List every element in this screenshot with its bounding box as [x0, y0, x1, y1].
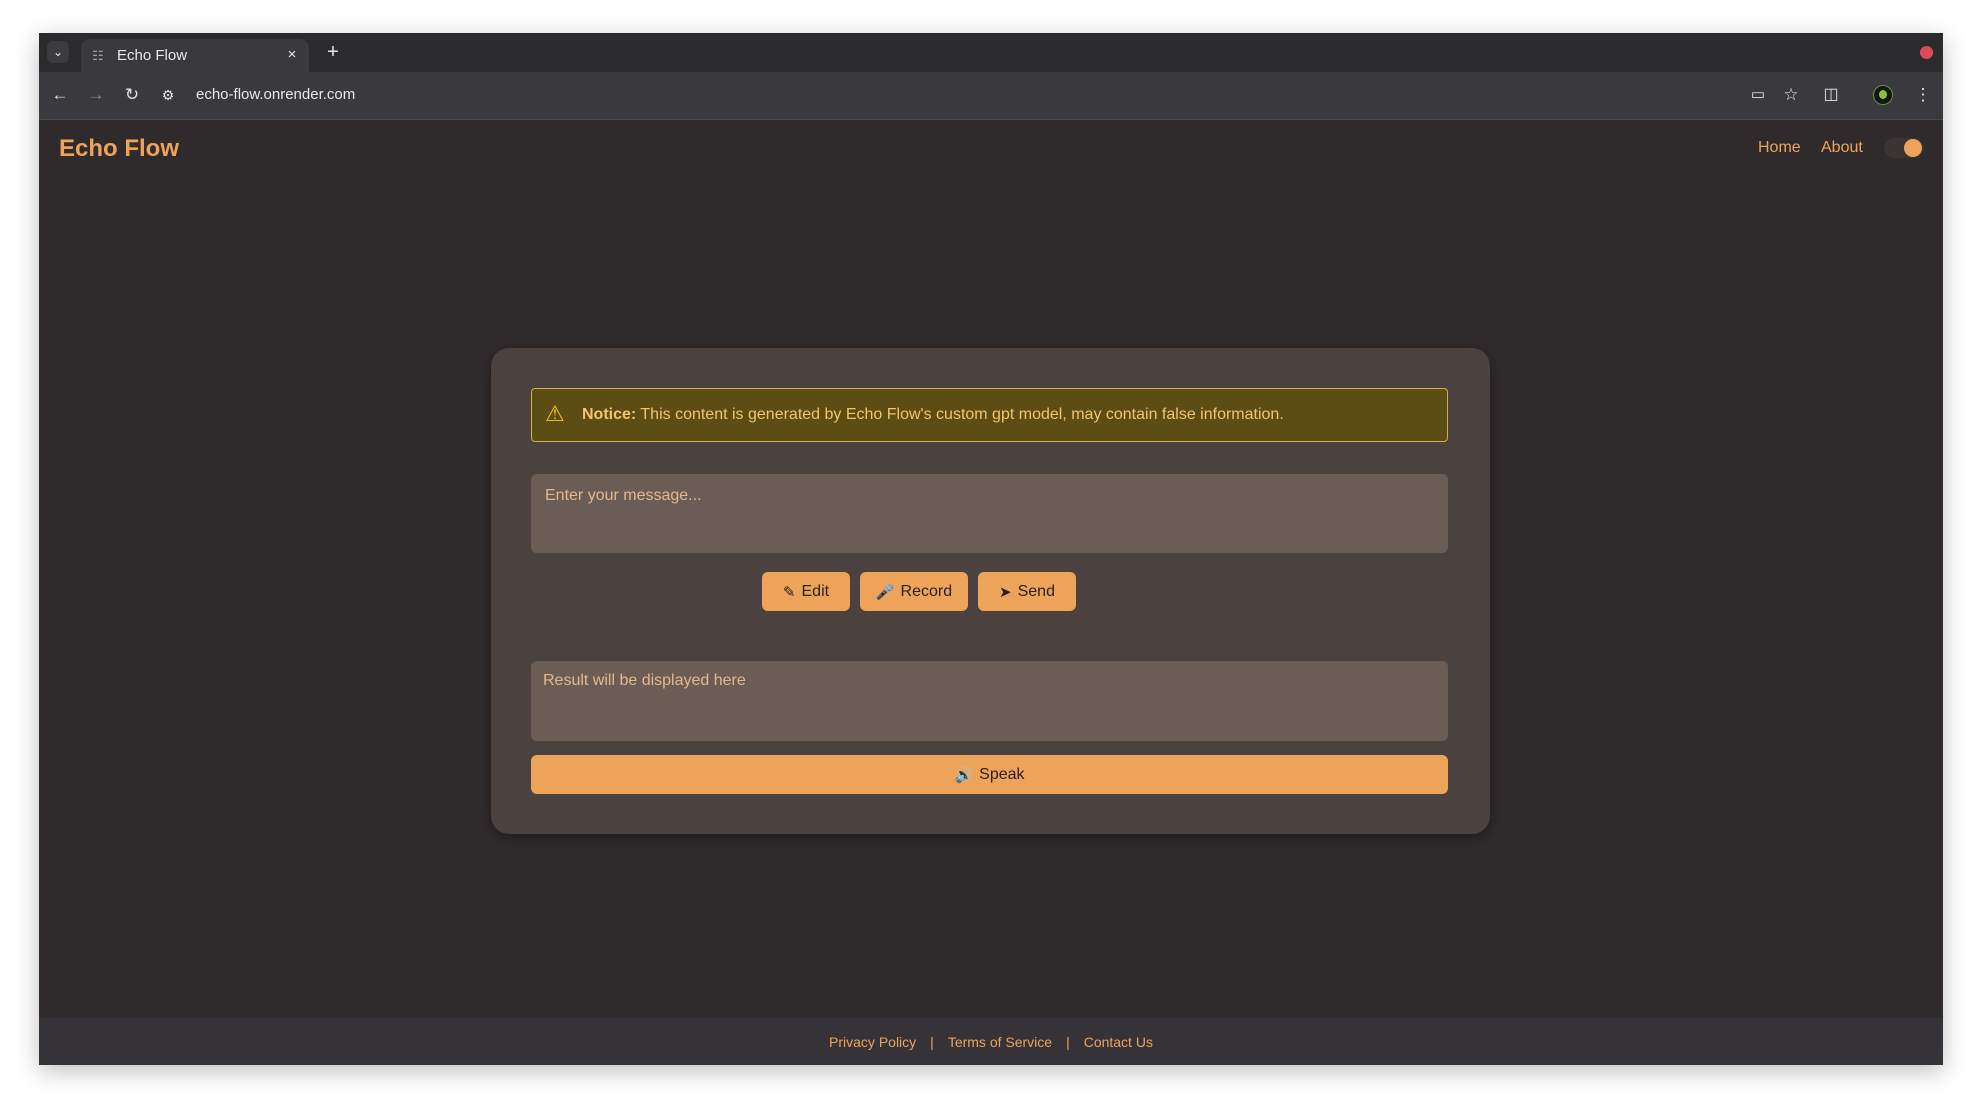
chevron-down-icon[interactable]: ⌄	[47, 41, 69, 63]
speaker-icon: 🔊	[954, 766, 974, 784]
notice-label: Notice:	[582, 406, 637, 423]
forward-icon[interactable]: →	[85, 84, 107, 106]
send-button[interactable]: ➤ Send	[978, 572, 1076, 611]
bookmark-star-icon[interactable]: ☆	[1780, 84, 1802, 106]
theme-toggle[interactable]	[1884, 138, 1924, 158]
browser-tab[interactable]: ☷ Echo Flow ×	[81, 39, 309, 72]
nav-home-link[interactable]: Home	[1758, 139, 1801, 157]
menu-kebab-icon[interactable]: ⋮	[1912, 84, 1934, 106]
install-app-icon[interactable]: ▭	[1747, 84, 1769, 106]
notice-banner: ⚠ Notice: This content is generated by E…	[531, 388, 1448, 442]
site-settings-icon[interactable]: ⚙	[157, 84, 179, 106]
window-close-button[interactable]	[1920, 46, 1933, 59]
result-display: Result will be displayed here	[531, 661, 1448, 741]
extensions-icon[interactable]: ◫	[1820, 84, 1842, 106]
back-icon[interactable]: ←	[49, 84, 71, 106]
notice-text: Notice: This content is generated by Ech…	[582, 406, 1284, 424]
footer-separator: |	[930, 1033, 934, 1050]
page-content: Echo Flow Home About ⚠ Notice: This cont…	[39, 120, 1943, 1065]
footer-privacy-link[interactable]: Privacy Policy	[829, 1034, 916, 1050]
footer-separator: |	[1066, 1033, 1070, 1050]
plus-icon[interactable]: +	[322, 41, 344, 63]
browser-toolbar: ← → ↻ ⚙ echo-flow.onrender.com ▭ ☆ ◫ ⋮	[39, 72, 1943, 120]
edit-button-label: Edit	[801, 582, 830, 600]
toggle-knob	[1904, 139, 1922, 157]
brand-logo[interactable]: Echo Flow	[59, 135, 179, 163]
send-button-label: Send	[1017, 582, 1055, 600]
address-bar[interactable]: echo-flow.onrender.com	[196, 86, 355, 103]
record-button-label: Record	[900, 582, 953, 600]
browser-window: ⌄ ☷ Echo Flow × + ← → ↻ ⚙ echo-flow.onre…	[39, 33, 1943, 1065]
nav-about-link[interactable]: About	[1821, 139, 1863, 157]
speak-button[interactable]: 🔊 Speak	[531, 755, 1448, 794]
main-card: ⚠ Notice: This content is generated by E…	[491, 348, 1490, 834]
record-button[interactable]: 🎤 Record	[860, 572, 968, 611]
tab-strip: ⌄ ☷ Echo Flow × +	[39, 33, 1943, 72]
message-input[interactable]	[531, 474, 1448, 553]
paper-plane-icon: ➤	[999, 583, 1012, 601]
profile-avatar[interactable]	[1873, 85, 1893, 105]
favicon-icon: ☷	[92, 48, 104, 63]
tab-title: Echo Flow	[117, 47, 188, 64]
edit-button[interactable]: ✎ Edit	[762, 572, 850, 611]
close-icon[interactable]: ×	[283, 46, 301, 64]
footer-contact-link[interactable]: Contact Us	[1084, 1034, 1153, 1050]
footer: Privacy Policy | Terms of Service | Cont…	[39, 1018, 1943, 1065]
notice-message: This content is generated by Echo Flow's…	[636, 406, 1284, 423]
reload-icon[interactable]: ↻	[121, 84, 143, 106]
speak-button-label: Speak	[979, 765, 1025, 783]
footer-terms-link[interactable]: Terms of Service	[948, 1034, 1052, 1050]
warning-icon: ⚠	[545, 401, 565, 426]
microphone-icon: 🎤	[875, 583, 895, 601]
edit-icon: ✎	[782, 583, 796, 601]
